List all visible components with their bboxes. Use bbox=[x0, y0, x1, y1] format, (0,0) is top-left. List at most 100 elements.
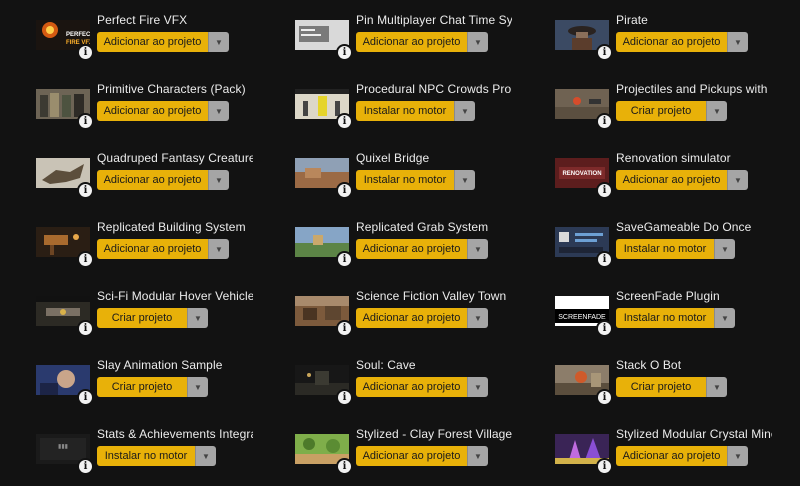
asset-thumbnail[interactable] bbox=[36, 365, 90, 395]
chevron-down-icon[interactable]: ▼ bbox=[467, 308, 488, 328]
action-button[interactable]: Adicionar ao projeto bbox=[616, 170, 727, 190]
chevron-down-icon[interactable]: ▼ bbox=[467, 239, 488, 259]
asset-card[interactable]: i Quixel Bridge Instalar no motor ▼ bbox=[295, 150, 535, 210]
action-split-button[interactable]: Adicionar ao projeto ▼ bbox=[97, 32, 229, 52]
asset-thumbnail[interactable] bbox=[555, 89, 609, 119]
action-button[interactable]: Instalar no motor bbox=[356, 170, 454, 190]
chevron-down-icon[interactable]: ▼ bbox=[208, 239, 229, 259]
asset-card[interactable]: i Stylized Modular Crystal Mine Adicionar … bbox=[555, 426, 795, 486]
action-button[interactable]: Adicionar ao projeto bbox=[356, 446, 467, 466]
action-button[interactable]: Instalar no motor bbox=[356, 101, 454, 121]
asset-thumbnail[interactable] bbox=[555, 434, 609, 464]
asset-thumbnail[interactable] bbox=[295, 296, 349, 326]
asset-thumbnail[interactable] bbox=[36, 158, 90, 188]
asset-thumbnail[interactable]: ▮▮▮ bbox=[36, 434, 90, 464]
action-button[interactable]: Adicionar ao projeto bbox=[356, 308, 467, 328]
info-icon[interactable]: i bbox=[338, 322, 351, 335]
chevron-down-icon[interactable]: ▼ bbox=[208, 101, 229, 121]
action-button[interactable]: Instalar no motor bbox=[616, 308, 714, 328]
info-icon[interactable]: i bbox=[79, 184, 92, 197]
info-icon[interactable]: i bbox=[79, 391, 92, 404]
action-button[interactable]: Criar projeto bbox=[97, 308, 187, 328]
asset-card[interactable]: i Soul: Cave Adicionar ao projeto ▼ bbox=[295, 357, 535, 417]
chevron-down-icon[interactable]: ▼ bbox=[187, 377, 208, 397]
info-icon[interactable]: i bbox=[338, 184, 351, 197]
info-icon[interactable]: i bbox=[598, 322, 611, 335]
info-icon[interactable]: i bbox=[79, 46, 92, 59]
asset-card[interactable]: i Quadruped Fantasy Creature Adicionar ao … bbox=[36, 150, 276, 210]
action-button[interactable]: Adicionar ao projeto bbox=[356, 377, 467, 397]
chevron-down-icon[interactable]: ▼ bbox=[706, 377, 727, 397]
asset-card[interactable]: i Sci-Fi Modular Hover Vehicle Criar proje… bbox=[36, 288, 276, 348]
action-split-button[interactable]: Instalar no motor ▼ bbox=[356, 101, 475, 121]
info-icon[interactable]: i bbox=[598, 460, 611, 473]
asset-card[interactable]: i Slay Animation Sample Criar projeto ▼ bbox=[36, 357, 276, 417]
action-button[interactable]: Adicionar ao projeto bbox=[97, 170, 208, 190]
asset-card[interactable]: i Replicated Building System Adicionar ao … bbox=[36, 219, 276, 279]
asset-card[interactable]: i Stylized - Clay Forest Village Adicionar… bbox=[295, 426, 535, 486]
asset-card[interactable]: i Stack O Bot Criar projeto ▼ bbox=[555, 357, 795, 417]
info-icon[interactable]: i bbox=[598, 46, 611, 59]
action-split-button[interactable]: Instalar no motor ▼ bbox=[616, 239, 735, 259]
action-split-button[interactable]: Adicionar ao projeto ▼ bbox=[616, 32, 748, 52]
asset-card[interactable]: i Science Fiction Valley Town Adicionar ao… bbox=[295, 288, 535, 348]
asset-thumbnail[interactable] bbox=[555, 365, 609, 395]
action-split-button[interactable]: Criar projeto ▼ bbox=[616, 377, 727, 397]
asset-thumbnail[interactable] bbox=[295, 434, 349, 464]
asset-thumbnail[interactable] bbox=[36, 227, 90, 257]
asset-thumbnail[interactable] bbox=[36, 296, 90, 326]
asset-thumbnail[interactable]: PERFECTFIRE VFX bbox=[36, 20, 90, 50]
asset-thumbnail[interactable]: SCREENFADE bbox=[555, 296, 609, 326]
action-button[interactable]: Instalar no motor bbox=[97, 446, 195, 466]
chevron-down-icon[interactable]: ▼ bbox=[467, 377, 488, 397]
action-button[interactable]: Instalar no motor bbox=[616, 239, 714, 259]
action-split-button[interactable]: Instalar no motor ▼ bbox=[356, 170, 475, 190]
action-split-button[interactable]: Adicionar ao projeto ▼ bbox=[356, 308, 488, 328]
chevron-down-icon[interactable]: ▼ bbox=[727, 170, 748, 190]
action-split-button[interactable]: Adicionar ao projeto ▼ bbox=[97, 170, 229, 190]
action-split-button[interactable]: Adicionar ao projeto ▼ bbox=[97, 239, 229, 259]
chevron-down-icon[interactable]: ▼ bbox=[195, 446, 216, 466]
action-split-button[interactable]: Criar projeto ▼ bbox=[97, 308, 208, 328]
asset-thumbnail[interactable] bbox=[295, 20, 349, 50]
asset-card[interactable]: i Pin Multiplayer Chat Time Sys Adicionar … bbox=[295, 12, 535, 72]
action-split-button[interactable]: Criar projeto ▼ bbox=[97, 377, 208, 397]
chevron-down-icon[interactable]: ▼ bbox=[208, 32, 229, 52]
asset-card[interactable]: i Primitive Characters (Pack) Adicionar ao… bbox=[36, 81, 276, 141]
info-icon[interactable]: i bbox=[338, 460, 351, 473]
asset-thumbnail[interactable] bbox=[555, 227, 609, 257]
info-icon[interactable]: i bbox=[79, 115, 92, 128]
asset-card[interactable]: PERFECTFIRE VFXi Perfect Fire VFX Adiciona… bbox=[36, 12, 276, 72]
action-button[interactable]: Adicionar ao projeto bbox=[616, 32, 727, 52]
asset-thumbnail[interactable] bbox=[555, 20, 609, 50]
info-icon[interactable]: i bbox=[79, 460, 92, 473]
action-button[interactable]: Adicionar ao projeto bbox=[97, 101, 208, 121]
chevron-down-icon[interactable]: ▼ bbox=[187, 308, 208, 328]
asset-thumbnail[interactable] bbox=[295, 158, 349, 188]
action-split-button[interactable]: Adicionar ao projeto ▼ bbox=[97, 101, 229, 121]
asset-thumbnail[interactable] bbox=[295, 227, 349, 257]
asset-card[interactable]: i SaveGameable Do Once Instalar no motor ▼ bbox=[555, 219, 795, 279]
chevron-down-icon[interactable]: ▼ bbox=[208, 170, 229, 190]
action-button[interactable]: Criar projeto bbox=[97, 377, 187, 397]
chevron-down-icon[interactable]: ▼ bbox=[727, 446, 748, 466]
info-icon[interactable]: i bbox=[79, 253, 92, 266]
asset-card[interactable]: SCREENFADE i ScreenFade Plugin Instalar no … bbox=[555, 288, 795, 348]
chevron-down-icon[interactable]: ▼ bbox=[714, 308, 735, 328]
asset-card[interactable]: i Procedural NPC Crowds Pro V Instalar no … bbox=[295, 81, 535, 141]
action-split-button[interactable]: Adicionar ao projeto ▼ bbox=[356, 446, 488, 466]
info-icon[interactable]: i bbox=[338, 115, 351, 128]
info-icon[interactable]: i bbox=[598, 184, 611, 197]
asset-thumbnail[interactable] bbox=[295, 365, 349, 395]
asset-card[interactable]: i Projectiles and Pickups with I Criar pro… bbox=[555, 81, 795, 141]
chevron-down-icon[interactable]: ▼ bbox=[467, 32, 488, 52]
chevron-down-icon[interactable]: ▼ bbox=[706, 101, 727, 121]
info-icon[interactable]: i bbox=[338, 253, 351, 266]
asset-card[interactable]: ▮▮▮ i Stats & Achievements Integra Instalar… bbox=[36, 426, 276, 486]
asset-card[interactable]: i Replicated Grab System Adicionar ao proj… bbox=[295, 219, 535, 279]
info-icon[interactable]: i bbox=[598, 253, 611, 266]
info-icon[interactable]: i bbox=[79, 322, 92, 335]
action-split-button[interactable]: Instalar no motor ▼ bbox=[616, 308, 735, 328]
chevron-down-icon[interactable]: ▼ bbox=[714, 239, 735, 259]
action-split-button[interactable]: Instalar no motor ▼ bbox=[97, 446, 216, 466]
